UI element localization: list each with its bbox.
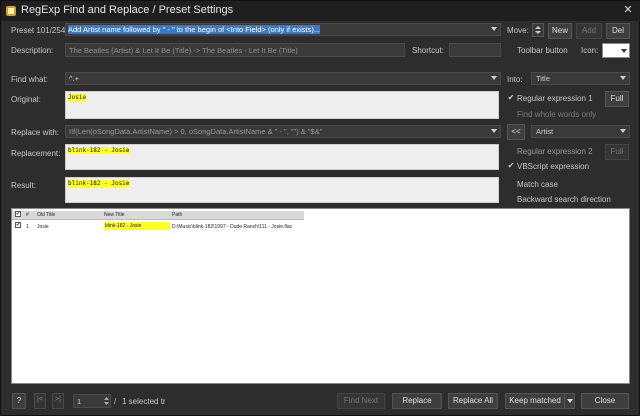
row-num: 1 <box>26 224 29 230</box>
page-value: 1 <box>77 397 82 406</box>
description-label: Description: <box>11 46 54 55</box>
selected-count: 1 selected tr <box>122 397 166 406</box>
into-value: Title <box>536 74 550 83</box>
original-label: Original: <box>11 95 41 104</box>
page-slash: / <box>114 397 117 406</box>
find-what-input[interactable]: ^.+ <box>65 72 501 85</box>
title-bar: RegExp Find and Replace / Preset Setting… <box>1 1 640 21</box>
col-header-num[interactable]: # <box>26 212 29 218</box>
preset-value: Add Artist name followed by " - " to the… <box>68 25 321 34</box>
regex2-checkbox[interactable] <box>507 147 515 155</box>
chevron-down-icon <box>621 49 627 53</box>
delete-button[interactable]: Del <box>606 23 630 39</box>
replacement-label: Replacement: <box>11 149 61 158</box>
field-value: Artist <box>536 127 554 136</box>
whole-words-checkbox[interactable] <box>507 110 515 118</box>
preset-label: Preset 101/254: <box>11 26 68 35</box>
find-what-value: ^.+ <box>69 74 79 83</box>
shortcut-field[interactable] <box>449 43 501 57</box>
original-value: Josie <box>68 94 87 101</box>
replacement-field[interactable]: blink-182 - Josie <box>65 144 499 170</box>
vbscript-checkbox[interactable]: ✔ <box>507 162 515 170</box>
whole-words-label: Find whole words only <box>517 110 597 119</box>
new-button[interactable]: New <box>548 23 572 39</box>
keep-matched-dropdown[interactable] <box>564 393 575 409</box>
full2-button[interactable]: Full <box>605 144 629 160</box>
row-path: D:\Music\blink-182\1997 - Dude Ranch\111… <box>172 224 293 230</box>
replace-with-label: Replace with: <box>11 128 60 137</box>
regex1-label: Regular expression 1 <box>517 94 593 103</box>
original-field[interactable]: Josie <box>65 91 499 119</box>
window-title: RegExp Find and Replace / Preset Setting… <box>21 4 234 16</box>
icon-label: Icon: <box>581 46 599 55</box>
find-what-label: Find what: <box>11 75 48 84</box>
replace-with-value: IIf(Len(oSongData.ArtistName) > 0, oSong… <box>69 127 323 136</box>
backward-label: Backward search direction <box>517 195 611 204</box>
field-select[interactable]: Artist <box>531 125 630 138</box>
replace-button[interactable]: Replace <box>392 393 442 409</box>
keep-matched-button[interactable]: Keep matched <box>505 393 565 409</box>
into-select[interactable]: Title <box>531 72 630 85</box>
replacement-value: blink-182 - Josie <box>68 147 130 154</box>
chevron-down-icon <box>620 76 626 80</box>
description-field[interactable]: The Beatles (Artist) & Let It Be (Title)… <box>65 43 405 57</box>
last-page-button[interactable]: >| <box>52 393 64 409</box>
replace-with-input[interactable]: IIf(Len(oSongData.ArtistName) > 0, oSong… <box>65 125 501 138</box>
col-header-old-title[interactable]: Old Title <box>37 212 55 218</box>
chevron-down-icon <box>491 27 497 31</box>
close-button[interactable]: Close <box>581 393 629 409</box>
row-checkbox[interactable]: ✔ <box>15 222 21 228</box>
help-button[interactable]: ? <box>12 393 26 409</box>
preset-select[interactable]: Add Artist name followed by " - " to the… <box>65 23 501 36</box>
match-case-checkbox[interactable] <box>507 180 515 188</box>
into-label: Into: <box>507 75 523 84</box>
app-icon <box>6 6 16 16</box>
find-next-button[interactable]: Find Next <box>337 393 385 409</box>
close-icon[interactable]: ✕ <box>621 3 635 17</box>
move-spinner[interactable] <box>532 23 544 37</box>
vbscript-label: VBScript expression <box>517 162 590 171</box>
chevron-down-icon <box>620 129 626 133</box>
match-case-label: Match case <box>517 180 558 189</box>
add-button[interactable]: Add <box>576 23 602 39</box>
main-window: RegExp Find and Replace / Preset Setting… <box>0 0 640 416</box>
row-old-title: Josie <box>37 224 49 230</box>
preview-grid[interactable]: ✔ # Old Title New Title Path ✔ 1 Josie b… <box>11 208 630 384</box>
result-value: blink-182 - Josie <box>68 180 130 187</box>
regex2-label: Regular expression 2 <box>517 147 593 156</box>
shortcut-label: Shortcut: <box>412 46 445 55</box>
result-field[interactable]: blink-182 - Josie <box>65 177 499 203</box>
toolbar-button-checkbox[interactable] <box>507 46 515 54</box>
select-all-checkbox[interactable]: ✔ <box>15 211 21 217</box>
col-header-path[interactable]: Path <box>172 212 182 218</box>
backward-checkbox[interactable] <box>507 195 515 203</box>
row-new-title: blink-182 - Josie <box>104 222 170 230</box>
page-spinner-icon[interactable] <box>103 395 110 407</box>
result-label: Result: <box>11 181 36 190</box>
move-label: Move: <box>507 26 529 35</box>
spinner-arrows-icon <box>535 26 541 34</box>
insert-field-button[interactable]: << <box>507 124 525 140</box>
chevron-down-icon <box>566 399 573 403</box>
chevron-down-icon <box>491 129 497 133</box>
chevron-down-icon <box>491 76 497 80</box>
icon-select[interactable] <box>602 43 630 58</box>
grid-header: ✔ # Old Title New Title Path <box>12 211 304 220</box>
full1-button[interactable]: Full <box>605 91 629 107</box>
toolbar-button-label: Toolbar button <box>517 46 568 55</box>
replace-all-button[interactable]: Replace All <box>448 393 498 409</box>
regex1-checkbox[interactable]: ✔ <box>507 94 515 102</box>
first-page-button[interactable]: |< <box>34 393 46 409</box>
col-header-new-title[interactable]: New Title <box>104 212 125 218</box>
